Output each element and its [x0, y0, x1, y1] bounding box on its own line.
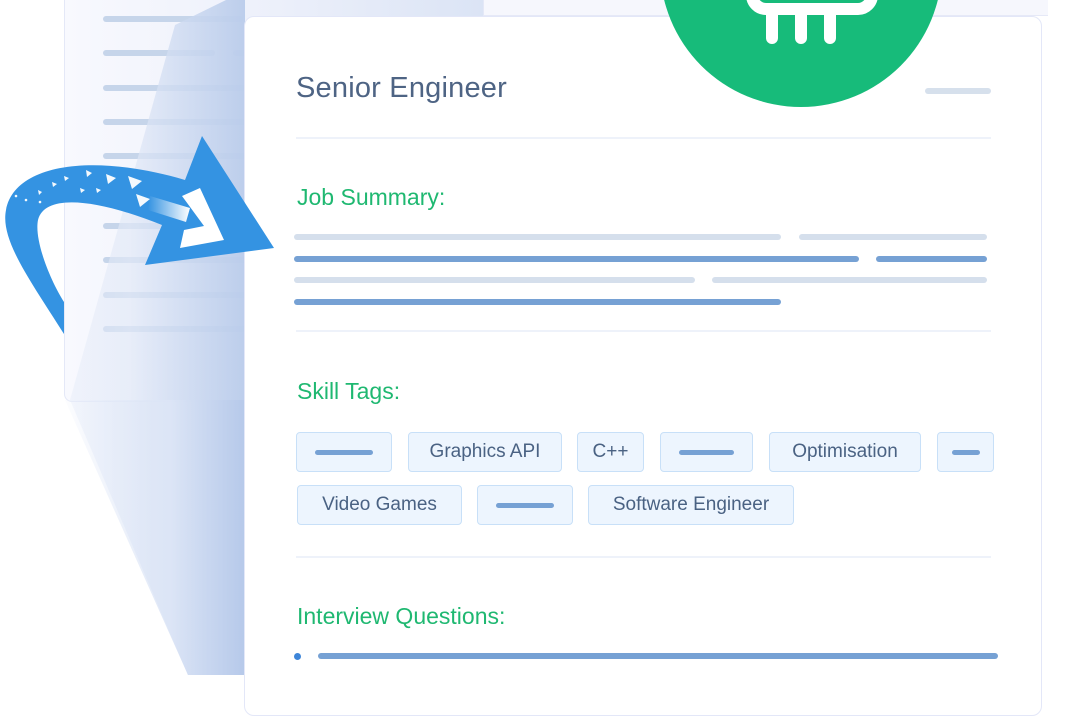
- skill-tag[interactable]: C++: [577, 432, 644, 472]
- cpu-chip-icon: [746, 0, 878, 44]
- interview-questions-heading: Interview Questions:: [297, 603, 506, 629]
- divider: [296, 137, 991, 139]
- summary-line: [712, 277, 987, 283]
- job-summary-heading: Job Summary:: [297, 184, 446, 210]
- summary-line: [876, 256, 987, 262]
- skill-tag[interactable]: Graphics API: [408, 432, 562, 472]
- job-card: Senior Engineer Job Summary: Skill Tags:…: [244, 16, 1042, 716]
- cpu-chip-badge: [660, 0, 942, 107]
- tag-placeholder-bar: [951, 449, 980, 455]
- skill-tag-placeholder[interactable]: [660, 432, 753, 472]
- skill-tag[interactable]: Optimisation: [769, 432, 921, 472]
- skill-tag[interactable]: Video Games: [297, 485, 462, 525]
- question-line: [318, 653, 998, 659]
- bullet-icon: [294, 653, 301, 660]
- curved-arrow-icon: [5, 136, 274, 334]
- job-title: Senior Engineer: [296, 72, 507, 104]
- tag-placeholder-bar: [496, 502, 554, 508]
- skill-tag[interactable]: Software Engineer: [588, 485, 794, 525]
- tag-placeholder-bar: [679, 449, 734, 455]
- summary-line: [294, 277, 695, 283]
- skill-tag-placeholder[interactable]: [937, 432, 994, 472]
- skill-tag-placeholder[interactable]: [296, 432, 392, 472]
- skill-tag-placeholder[interactable]: [477, 485, 573, 525]
- divider: [296, 556, 991, 558]
- summary-line: [294, 256, 859, 262]
- summary-line: [294, 234, 781, 240]
- tag-placeholder-bar: [315, 449, 373, 455]
- summary-line: [294, 299, 781, 305]
- skill-tags-heading: Skill Tags:: [297, 378, 401, 404]
- summary-line: [799, 234, 987, 240]
- divider: [296, 330, 991, 332]
